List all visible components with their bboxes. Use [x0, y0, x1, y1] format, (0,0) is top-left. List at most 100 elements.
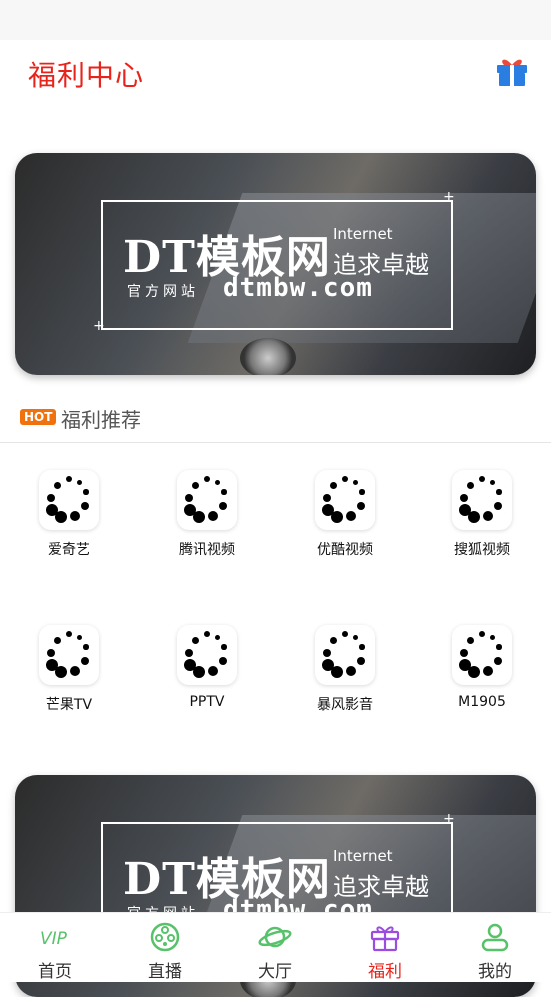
app-label: PPTV [189, 694, 225, 710]
tab-home[interactable]: VIP 首页 [0, 913, 110, 982]
spinner-dot [214, 634, 220, 640]
tab-welfare[interactable]: 福利 [330, 913, 440, 982]
loading-spinner-icon [177, 625, 237, 685]
tab-hall[interactable]: 大厅 [220, 913, 330, 982]
spinner-dot [357, 502, 365, 510]
app-label: 爱奇艺 [48, 542, 90, 558]
spinner-dot [204, 476, 210, 482]
spinner-dot [359, 644, 365, 650]
spinner-dot [479, 476, 485, 482]
spinner-dot [494, 502, 502, 510]
spinner-dot [346, 511, 356, 521]
spinner-dot [494, 657, 502, 665]
spinner-dot [221, 489, 227, 495]
gift-icon[interactable] [495, 54, 529, 88]
spinner-dot [323, 649, 331, 657]
loading-spinner-icon [39, 470, 99, 530]
app-label: 暴风影音 [317, 697, 373, 713]
app-label: 腾讯视频 [179, 542, 235, 558]
loading-spinner-icon [315, 625, 375, 685]
spinner-dot [76, 479, 82, 485]
spinner-dot [352, 634, 358, 640]
spinner-dot [357, 657, 365, 665]
tab-live[interactable]: 直播 [110, 913, 220, 982]
app-label: 搜狐视频 [454, 542, 510, 558]
spinner-dot [359, 489, 365, 495]
spinner-dot [323, 494, 331, 502]
hot-badge: HOT [20, 409, 57, 425]
spinner-dot [219, 502, 227, 510]
film-reel-icon [110, 919, 220, 955]
status-bar [0, 0, 551, 40]
spinner-dot [352, 479, 358, 485]
spinner-dot [83, 644, 89, 650]
section-header: HOT 福利推荐 [0, 402, 551, 443]
app-item[interactable]: 暴风影音 [276, 625, 414, 714]
spinner-dot [479, 631, 485, 637]
app-label: M1905 [458, 694, 506, 710]
app-item[interactable]: 腾讯视频 [138, 470, 276, 559]
watch-image [240, 338, 296, 375]
spinner-dot [342, 476, 348, 482]
user-icon [440, 919, 550, 955]
spinner-dot [204, 631, 210, 637]
spinner-dot [81, 657, 89, 665]
loading-spinner-icon [177, 470, 237, 530]
spinner-dot [322, 659, 334, 671]
tab-label: 大厅 [258, 962, 292, 982]
app-item[interactable]: 搜狐视频 [413, 470, 551, 559]
app-item[interactable]: PPTV [138, 625, 276, 710]
spinner-dot [47, 649, 55, 657]
spinner-dot [483, 666, 493, 676]
spinner-dot [346, 666, 356, 676]
app-item[interactable]: 优酷视频 [276, 470, 414, 559]
spinner-dot [214, 479, 220, 485]
spinner-dot [66, 631, 72, 637]
vip-icon: VIP [0, 919, 110, 955]
spinner-dot [66, 476, 72, 482]
spinner-dot [489, 634, 495, 640]
spinner-dot [342, 631, 348, 637]
app-item[interactable]: 芒果TV [0, 625, 138, 714]
spinner-dot [185, 649, 193, 657]
spinner-dot [466, 481, 474, 489]
loading-spinner-icon [452, 470, 512, 530]
bottom-tab-bar: VIP 首页 直播 大厅 福利 我的 [0, 912, 551, 982]
tab-label: 我的 [478, 962, 512, 982]
spinner-dot [53, 481, 61, 489]
spinner-dot [466, 636, 474, 644]
tab-mine[interactable]: 我的 [440, 913, 550, 982]
loading-spinner-icon [452, 625, 512, 685]
spinner-dot [329, 481, 337, 489]
spinner-dot [70, 511, 80, 521]
app-item[interactable]: M1905 [413, 625, 551, 710]
tab-label: 首页 [38, 962, 72, 982]
promo-banner[interactable]: + + DT模板网 Internet 追求卓越 官方网站 dtmbw.com [15, 153, 536, 375]
spinner-dot [496, 489, 502, 495]
spinner-dot [460, 649, 468, 657]
app-label: 优酷视频 [317, 542, 373, 558]
spinner-dot [221, 644, 227, 650]
loading-spinner-icon [39, 625, 99, 685]
spinner-dot [329, 636, 337, 644]
app-label: 芒果TV [45, 697, 93, 713]
spinner-dot [459, 659, 471, 671]
banner-internet: Internet [333, 225, 393, 243]
spinner-dot [460, 494, 468, 502]
gift-icon [330, 919, 440, 955]
spinner-dot [46, 659, 58, 671]
spinner-dot [46, 504, 58, 516]
banner-domain: dtmbw.com [223, 273, 373, 303]
spinner-dot [47, 494, 55, 502]
spinner-dot [483, 511, 493, 521]
spinner-dot [191, 636, 199, 644]
spinner-dot [459, 504, 471, 516]
tab-label: 直播 [148, 962, 182, 982]
tab-label: 福利 [368, 962, 402, 982]
spinner-dot [81, 502, 89, 510]
planet-icon [220, 919, 330, 955]
app-item[interactable]: 爱奇艺 [0, 470, 138, 559]
spinner-dot [184, 504, 196, 516]
spinner-dot [208, 511, 218, 521]
spinner-dot [219, 657, 227, 665]
